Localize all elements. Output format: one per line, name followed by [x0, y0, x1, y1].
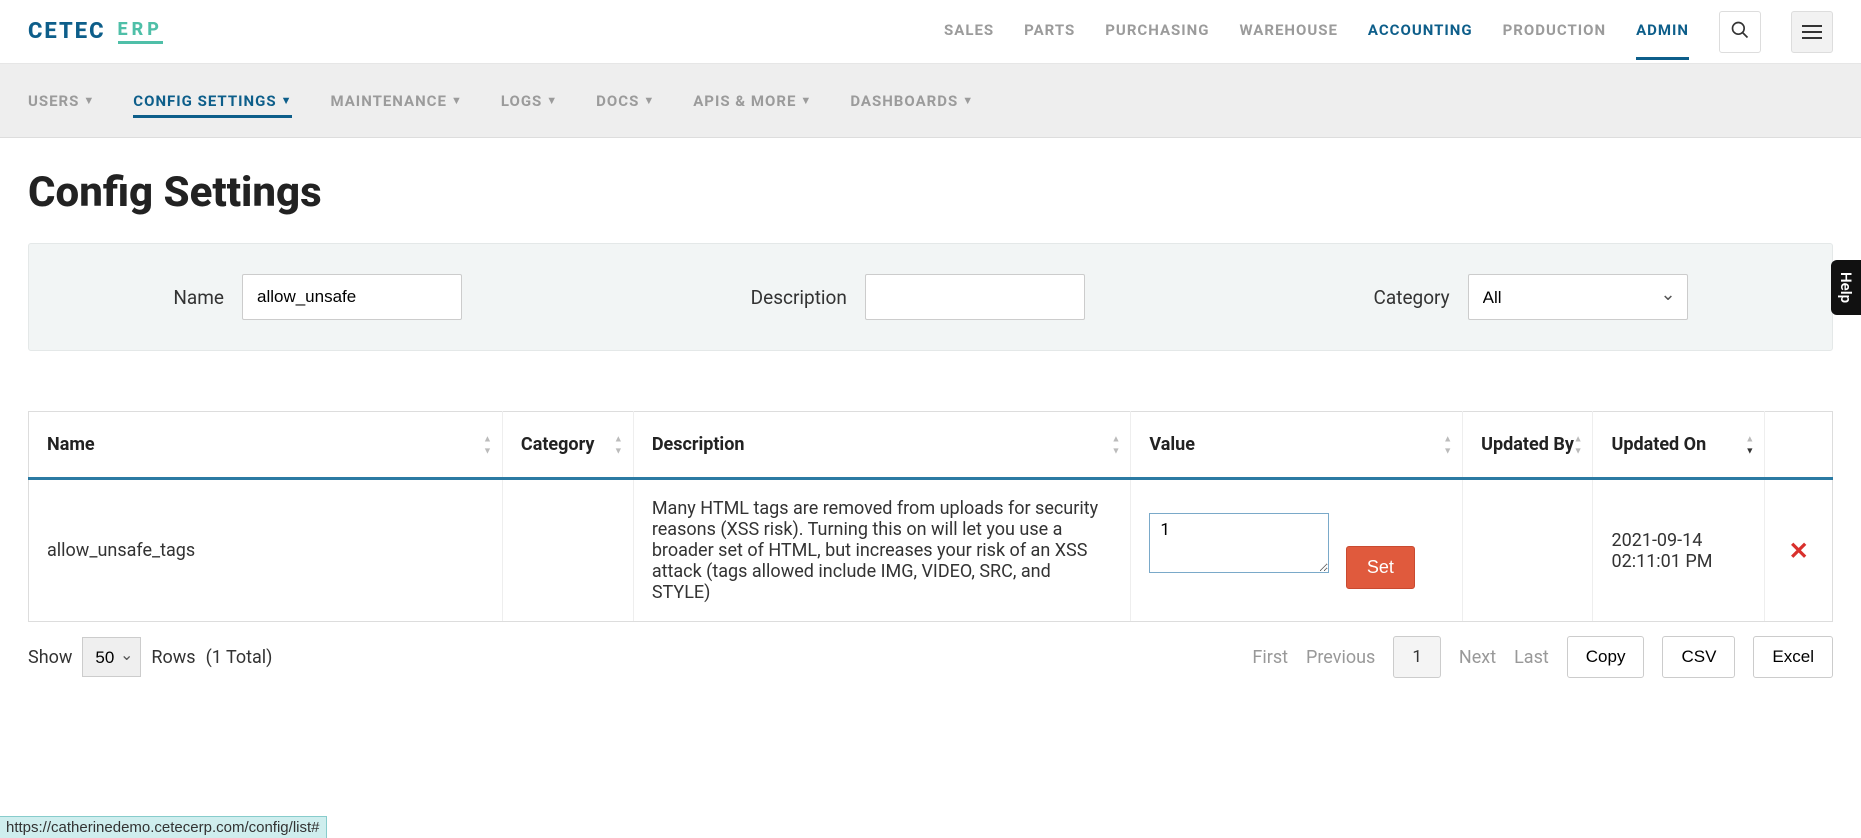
chevron-down-icon: ▼: [962, 94, 974, 107]
pager-last[interactable]: Last: [1514, 647, 1549, 668]
sort-icon: ▲▼: [614, 433, 623, 456]
topnav-sales[interactable]: SALES: [944, 3, 994, 60]
subnav-label: LOGS: [501, 92, 542, 110]
cell-category: [502, 479, 633, 622]
subnav-logs[interactable]: LOGS ▼: [501, 84, 558, 118]
search-icon: [1730, 20, 1750, 44]
filter-group-category: Category All: [1374, 274, 1688, 320]
topbar: CETEC ERP SALES PARTS PURCHASING WAREHOU…: [0, 0, 1861, 64]
help-tab[interactable]: Help: [1831, 260, 1861, 315]
subnav-docs[interactable]: DOCS ▼: [596, 84, 655, 118]
table-row: allow_unsafe_tags Many HTML tags are rem…: [29, 479, 1833, 622]
filter-group-name: Name: [173, 274, 462, 320]
subnav: USERS ▼ CONFIG SETTINGS ▼ MAINTENANCE ▼ LOG…: [0, 64, 1861, 138]
subnav-label: MAINTENANCE: [330, 92, 446, 110]
topnav-right: SALES PARTS PURCHASING WAREHOUSE ACCOUNT…: [944, 3, 1833, 60]
rows-per-page-select[interactable]: 50: [82, 637, 141, 677]
chevron-down-icon: ▼: [643, 94, 655, 107]
th-updated-on[interactable]: Updated On ▲▼: [1593, 412, 1765, 479]
cell-updated-by: [1463, 479, 1593, 622]
subnav-apis[interactable]: APIS & MORE ▼: [693, 84, 812, 118]
cell-updated-on: 2021-09-14 02:11:01 PM: [1593, 479, 1765, 622]
th-name[interactable]: Name ▲▼: [29, 412, 503, 479]
pager-first[interactable]: First: [1252, 647, 1288, 668]
delete-icon[interactable]: ✕: [1789, 537, 1809, 565]
subnav-label: USERS: [28, 92, 79, 110]
topnav-warehouse[interactable]: WAREHOUSE: [1239, 3, 1337, 60]
subnav-config-settings[interactable]: CONFIG SETTINGS ▼: [133, 84, 292, 118]
hamburger-icon: [1802, 25, 1822, 39]
csv-button[interactable]: CSV: [1662, 636, 1735, 678]
sort-icon: ▲▼: [1443, 433, 1452, 456]
copy-button[interactable]: Copy: [1567, 636, 1645, 678]
topnav-admin[interactable]: ADMIN: [1636, 3, 1689, 60]
total-text: (1 Total): [206, 647, 273, 668]
filter-name-input[interactable]: [242, 274, 462, 320]
topnav-parts[interactable]: PARTS: [1024, 3, 1075, 60]
th-description[interactable]: Description ▲▼: [633, 412, 1131, 479]
status-url: https://catherinedemo.cetecerp.com/confi…: [0, 816, 327, 838]
logo-text-erp: ERP: [118, 19, 163, 44]
page-title: Config Settings: [28, 168, 1833, 217]
excel-button[interactable]: Excel: [1753, 636, 1833, 678]
sort-icon: ▲▼: [1574, 433, 1583, 456]
filter-panel: Name Description Category All: [28, 243, 1833, 351]
th-value[interactable]: Value ▲▼: [1131, 412, 1463, 479]
th-category[interactable]: Category ▲▼: [502, 412, 633, 479]
rows-label: Rows: [151, 647, 195, 668]
subnav-label: DASHBOARDS: [850, 92, 958, 110]
pager-left: Show 50 Rows (1 Total): [28, 637, 272, 677]
pager-next[interactable]: Next: [1459, 647, 1496, 668]
show-label: Show: [28, 647, 72, 668]
cell-description: Many HTML tags are removed from uploads …: [633, 479, 1131, 622]
chevron-down-icon: ▼: [546, 94, 558, 107]
pager-previous[interactable]: Previous: [1306, 647, 1375, 668]
set-button[interactable]: Set: [1346, 546, 1415, 589]
topnav-production[interactable]: PRODUCTION: [1503, 3, 1606, 60]
th-updated-by[interactable]: Updated By ▲▼: [1463, 412, 1593, 479]
filter-category-label: Category: [1374, 286, 1450, 309]
subnav-users[interactable]: USERS ▼: [28, 84, 95, 118]
filter-description-input[interactable]: [865, 274, 1085, 320]
subnav-maintenance[interactable]: MAINTENANCE ▼: [330, 84, 462, 118]
chevron-down-icon: ▼: [281, 94, 293, 107]
config-table: Name ▲▼ Category ▲▼ Description ▲▼ Value…: [28, 411, 1833, 622]
cell-name: allow_unsafe_tags: [29, 479, 503, 622]
subnav-label: DOCS: [596, 92, 639, 110]
filter-category-select[interactable]: All: [1468, 274, 1688, 320]
sort-icon: ▲▼: [1745, 433, 1754, 456]
pager-current-page[interactable]: 1: [1393, 636, 1441, 678]
sort-icon: ▲▼: [1112, 433, 1121, 456]
sort-icon: ▲▼: [483, 433, 492, 456]
subnav-dashboards[interactable]: DASHBOARDS ▼: [850, 84, 974, 118]
chevron-down-icon: ▼: [83, 94, 95, 107]
filter-description-label: Description: [751, 286, 847, 309]
cell-actions: ✕: [1765, 479, 1833, 622]
filter-name-label: Name: [173, 286, 224, 309]
value-input[interactable]: [1149, 513, 1329, 573]
chevron-down-icon: ▼: [800, 94, 812, 107]
topnav-accounting[interactable]: ACCOUNTING: [1368, 3, 1473, 60]
pager-row: Show 50 Rows (1 Total) First Previous 1 …: [28, 636, 1833, 678]
th-actions: [1765, 412, 1833, 479]
logo[interactable]: CETEC ERP: [28, 19, 163, 44]
search-button[interactable]: [1719, 11, 1761, 53]
topnav-links: SALES PARTS PURCHASING WAREHOUSE ACCOUNT…: [944, 3, 1689, 60]
subnav-label: CONFIG SETTINGS: [133, 92, 276, 110]
pager-right: First Previous 1 Next Last Copy CSV Exce…: [1252, 636, 1833, 678]
filter-group-description: Description: [751, 274, 1085, 320]
chevron-down-icon: ▼: [451, 94, 463, 107]
logo-text-cetec: CETEC: [28, 19, 106, 44]
cell-value: Set: [1131, 479, 1463, 622]
topnav-purchasing[interactable]: PURCHASING: [1105, 3, 1209, 60]
subnav-label: APIS & MORE: [693, 92, 796, 110]
menu-button[interactable]: [1791, 11, 1833, 53]
